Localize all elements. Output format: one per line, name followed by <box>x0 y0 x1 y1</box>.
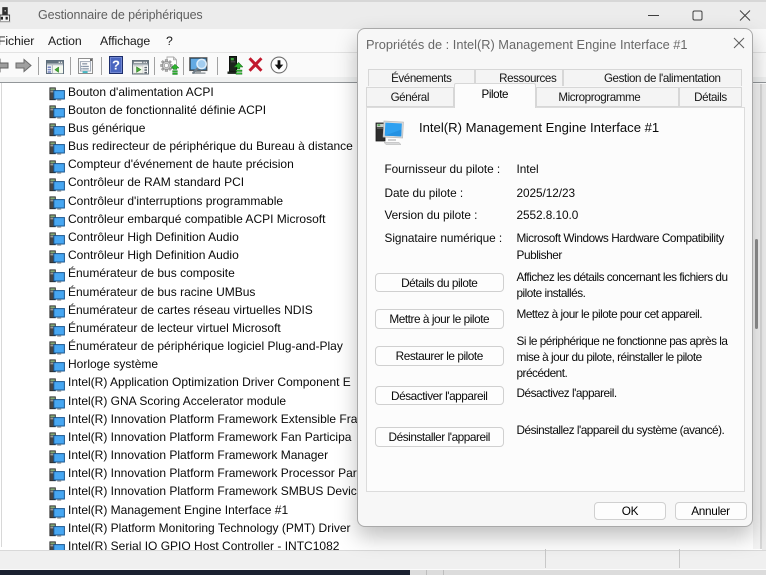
svg-text:?: ? <box>112 58 120 73</box>
